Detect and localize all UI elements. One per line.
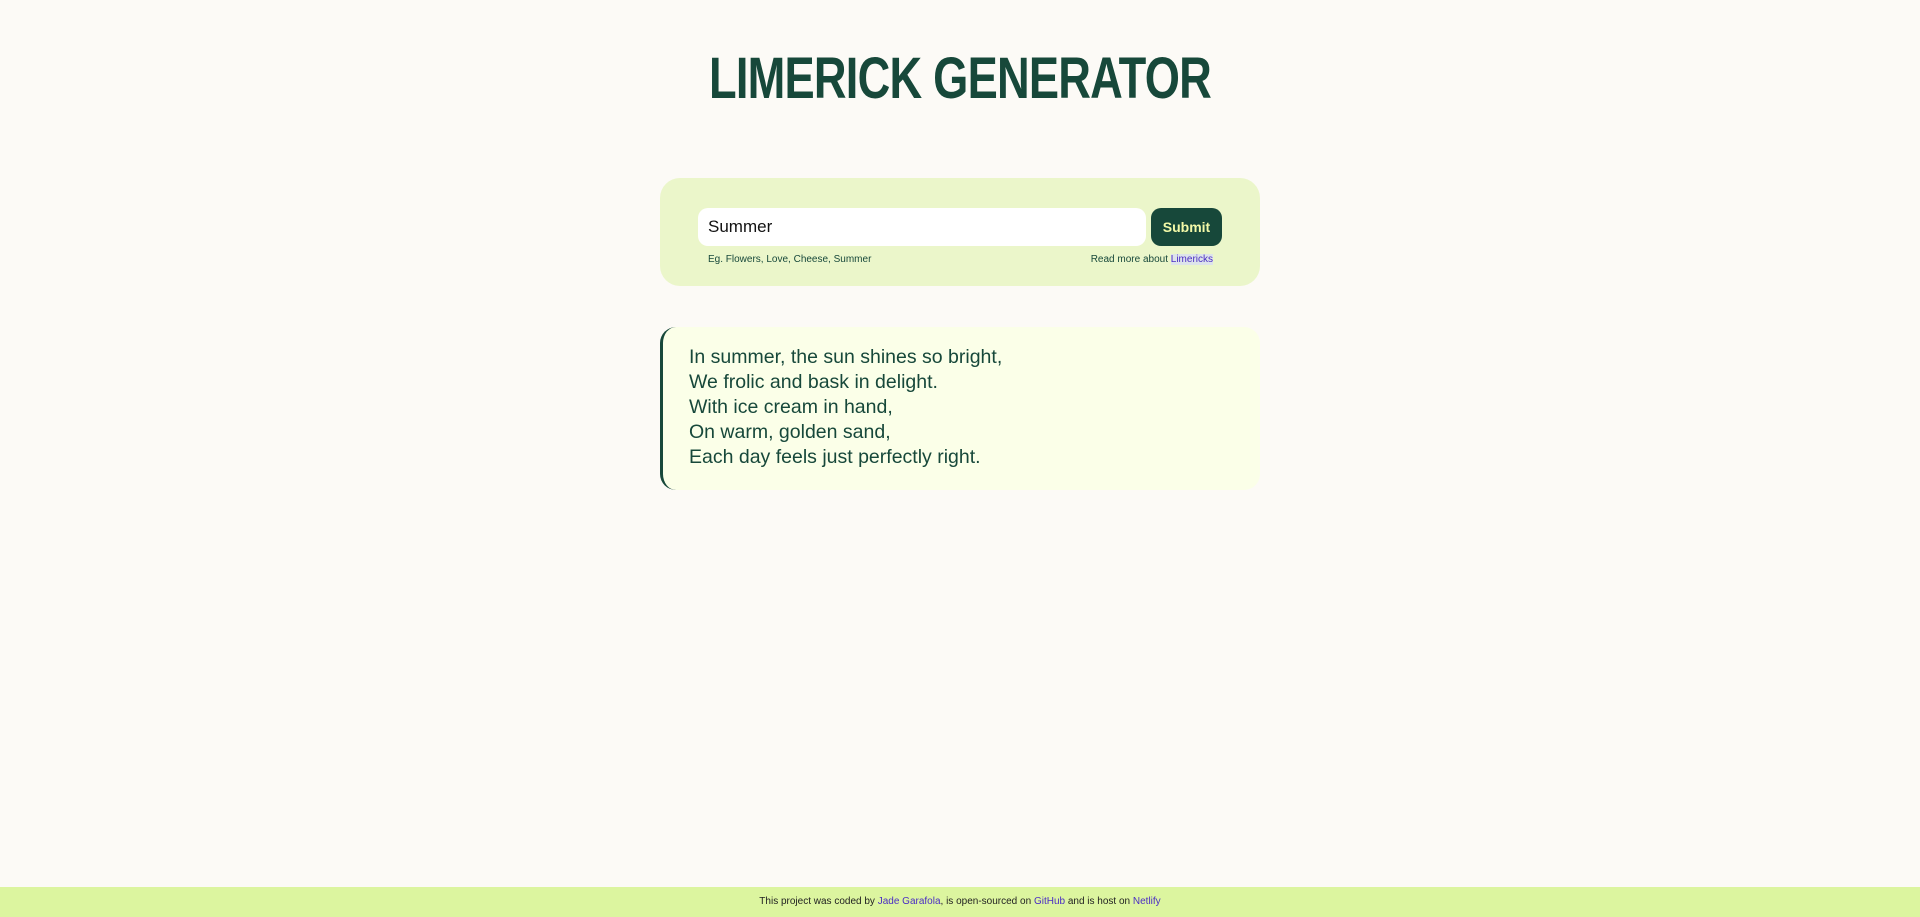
footer-connector: and is host on xyxy=(1067,896,1131,907)
search-input[interactable] xyxy=(698,208,1146,246)
footer-middle: , is open-sourced on xyxy=(940,896,1032,907)
author-link[interactable]: Jade Garafola xyxy=(878,896,941,907)
poem-line: With ice cream in hand, xyxy=(689,396,893,418)
search-form: Submit Eg. Flowers, Love, Cheese, Summer… xyxy=(660,178,1260,286)
footer: This project was coded by Jade Garafola,… xyxy=(0,887,1920,917)
poem-line: In summer, the sun shines so bright, xyxy=(689,346,1003,368)
poem-line: On warm, golden sand, xyxy=(689,421,891,443)
submit-button[interactable]: Submit xyxy=(1151,208,1222,246)
github-link[interactable]: GitHub xyxy=(1034,896,1065,907)
page: LIMERICK GENERATOR Submit Eg. Flowers, L… xyxy=(0,0,1920,917)
input-hint: Eg. Flowers, Love, Cheese, Summer xyxy=(708,254,872,265)
netlify-link[interactable]: Netlify xyxy=(1133,896,1161,907)
read-more: Read more about Limericks xyxy=(1091,254,1213,265)
poem-line: Each day feels just perfectly right. xyxy=(689,446,981,468)
poem-output: In summer, the sun shines so bright, We … xyxy=(660,327,1260,490)
read-more-text: Read more about xyxy=(1090,254,1168,265)
page-title: LIMERICK GENERATOR xyxy=(708,46,1212,111)
limericks-link[interactable]: Limericks xyxy=(1170,254,1213,265)
footer-prefix: This project was coded by xyxy=(759,896,875,907)
poem-line: We frolic and bask in delight. xyxy=(689,371,938,393)
